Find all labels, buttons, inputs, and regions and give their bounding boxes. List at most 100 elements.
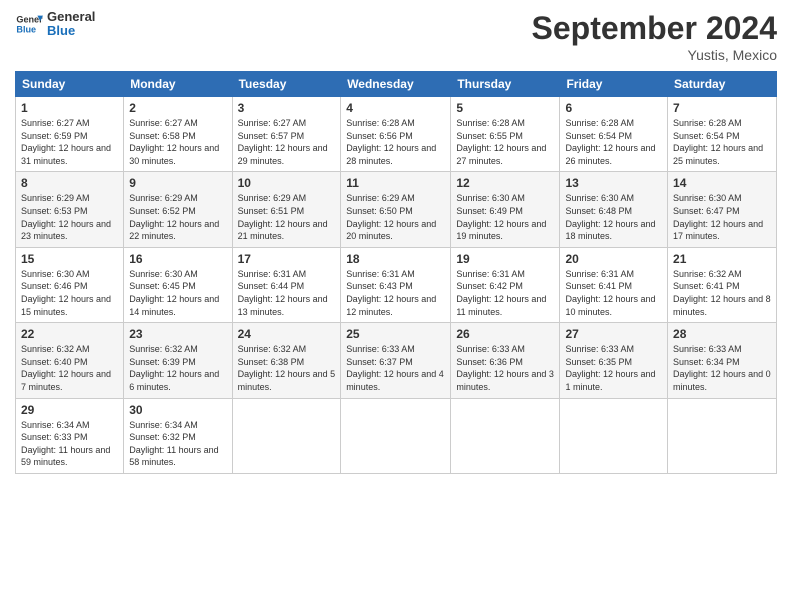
calendar-day-cell: 21 Sunrise: 6:32 AM Sunset: 6:41 PM Dayl… (668, 247, 777, 322)
day-info: Sunrise: 6:31 AM Sunset: 6:44 PM Dayligh… (238, 268, 336, 318)
calendar-day-cell: 29 Sunrise: 6:34 AM Sunset: 6:33 PM Dayl… (16, 398, 124, 473)
day-number: 23 (129, 327, 226, 341)
day-info: Sunrise: 6:31 AM Sunset: 6:42 PM Dayligh… (456, 268, 554, 318)
day-info: Sunrise: 6:29 AM Sunset: 6:51 PM Dayligh… (238, 192, 336, 242)
day-info: Sunrise: 6:30 AM Sunset: 6:46 PM Dayligh… (21, 268, 118, 318)
calendar-day-cell: 27 Sunrise: 6:33 AM Sunset: 6:35 PM Dayl… (560, 323, 668, 398)
calendar-day-cell: 25 Sunrise: 6:33 AM Sunset: 6:37 PM Dayl… (341, 323, 451, 398)
calendar-header-row: SundayMondayTuesdayWednesdayThursdayFrid… (16, 72, 777, 97)
calendar-day-cell: 28 Sunrise: 6:33 AM Sunset: 6:34 PM Dayl… (668, 323, 777, 398)
day-number: 15 (21, 252, 118, 266)
day-number: 18 (346, 252, 445, 266)
calendar-week-row: 22 Sunrise: 6:32 AM Sunset: 6:40 PM Dayl… (16, 323, 777, 398)
day-info: Sunrise: 6:30 AM Sunset: 6:47 PM Dayligh… (673, 192, 771, 242)
day-info: Sunrise: 6:27 AM Sunset: 6:58 PM Dayligh… (129, 117, 226, 167)
day-number: 30 (129, 403, 226, 417)
calendar-day-cell (341, 398, 451, 473)
calendar-day-cell (668, 398, 777, 473)
weekday-header: Sunday (16, 72, 124, 97)
weekday-header: Tuesday (232, 72, 341, 97)
logo: General Blue General Blue (15, 10, 95, 39)
day-number: 19 (456, 252, 554, 266)
day-info: Sunrise: 6:32 AM Sunset: 6:39 PM Dayligh… (129, 343, 226, 393)
calendar-day-cell (560, 398, 668, 473)
day-info: Sunrise: 6:27 AM Sunset: 6:57 PM Dayligh… (238, 117, 336, 167)
calendar-week-row: 1 Sunrise: 6:27 AM Sunset: 6:59 PM Dayli… (16, 97, 777, 172)
day-info: Sunrise: 6:30 AM Sunset: 6:45 PM Dayligh… (129, 268, 226, 318)
page: General Blue General Blue September 2024… (0, 0, 792, 612)
calendar-day-cell: 14 Sunrise: 6:30 AM Sunset: 6:47 PM Dayl… (668, 172, 777, 247)
day-number: 14 (673, 176, 771, 190)
calendar-day-cell: 19 Sunrise: 6:31 AM Sunset: 6:42 PM Dayl… (451, 247, 560, 322)
day-number: 22 (21, 327, 118, 341)
day-info: Sunrise: 6:28 AM Sunset: 6:55 PM Dayligh… (456, 117, 554, 167)
day-number: 2 (129, 101, 226, 115)
day-info: Sunrise: 6:32 AM Sunset: 6:41 PM Dayligh… (673, 268, 771, 318)
day-number: 21 (673, 252, 771, 266)
calendar-day-cell: 11 Sunrise: 6:29 AM Sunset: 6:50 PM Dayl… (341, 172, 451, 247)
day-info: Sunrise: 6:28 AM Sunset: 6:54 PM Dayligh… (673, 117, 771, 167)
calendar-day-cell: 18 Sunrise: 6:31 AM Sunset: 6:43 PM Dayl… (341, 247, 451, 322)
day-number: 13 (565, 176, 662, 190)
calendar-week-row: 15 Sunrise: 6:30 AM Sunset: 6:46 PM Dayl… (16, 247, 777, 322)
day-info: Sunrise: 6:28 AM Sunset: 6:54 PM Dayligh… (565, 117, 662, 167)
logo-text-blue: Blue (47, 24, 95, 38)
calendar-day-cell: 10 Sunrise: 6:29 AM Sunset: 6:51 PM Dayl… (232, 172, 341, 247)
weekday-header: Friday (560, 72, 668, 97)
calendar-week-row: 29 Sunrise: 6:34 AM Sunset: 6:33 PM Dayl… (16, 398, 777, 473)
calendar-week-row: 8 Sunrise: 6:29 AM Sunset: 6:53 PM Dayli… (16, 172, 777, 247)
day-info: Sunrise: 6:34 AM Sunset: 6:32 PM Dayligh… (129, 419, 226, 469)
day-number: 5 (456, 101, 554, 115)
day-number: 12 (456, 176, 554, 190)
day-info: Sunrise: 6:30 AM Sunset: 6:48 PM Dayligh… (565, 192, 662, 242)
day-info: Sunrise: 6:33 AM Sunset: 6:35 PM Dayligh… (565, 343, 662, 393)
day-info: Sunrise: 6:27 AM Sunset: 6:59 PM Dayligh… (21, 117, 118, 167)
location: Yustis, Mexico (532, 47, 777, 63)
calendar-day-cell: 4 Sunrise: 6:28 AM Sunset: 6:56 PM Dayli… (341, 97, 451, 172)
weekday-header: Saturday (668, 72, 777, 97)
logo-text-general: General (47, 10, 95, 24)
calendar-day-cell (232, 398, 341, 473)
day-info: Sunrise: 6:31 AM Sunset: 6:41 PM Dayligh… (565, 268, 662, 318)
day-number: 26 (456, 327, 554, 341)
calendar-day-cell: 15 Sunrise: 6:30 AM Sunset: 6:46 PM Dayl… (16, 247, 124, 322)
calendar-day-cell: 16 Sunrise: 6:30 AM Sunset: 6:45 PM Dayl… (124, 247, 232, 322)
calendar-day-cell: 23 Sunrise: 6:32 AM Sunset: 6:39 PM Dayl… (124, 323, 232, 398)
calendar-day-cell: 13 Sunrise: 6:30 AM Sunset: 6:48 PM Dayl… (560, 172, 668, 247)
day-number: 25 (346, 327, 445, 341)
day-number: 8 (21, 176, 118, 190)
day-number: 4 (346, 101, 445, 115)
weekday-header: Thursday (451, 72, 560, 97)
calendar-day-cell: 20 Sunrise: 6:31 AM Sunset: 6:41 PM Dayl… (560, 247, 668, 322)
day-number: 7 (673, 101, 771, 115)
day-number: 11 (346, 176, 445, 190)
calendar-day-cell: 30 Sunrise: 6:34 AM Sunset: 6:32 PM Dayl… (124, 398, 232, 473)
day-number: 29 (21, 403, 118, 417)
day-info: Sunrise: 6:32 AM Sunset: 6:40 PM Dayligh… (21, 343, 118, 393)
logo-icon: General Blue (15, 10, 43, 38)
day-number: 24 (238, 327, 336, 341)
header: General Blue General Blue September 2024… (15, 10, 777, 63)
day-info: Sunrise: 6:33 AM Sunset: 6:37 PM Dayligh… (346, 343, 445, 393)
calendar: SundayMondayTuesdayWednesdayThursdayFrid… (15, 71, 777, 474)
weekday-header: Wednesday (341, 72, 451, 97)
calendar-day-cell: 24 Sunrise: 6:32 AM Sunset: 6:38 PM Dayl… (232, 323, 341, 398)
day-info: Sunrise: 6:30 AM Sunset: 6:49 PM Dayligh… (456, 192, 554, 242)
day-info: Sunrise: 6:28 AM Sunset: 6:56 PM Dayligh… (346, 117, 445, 167)
day-info: Sunrise: 6:33 AM Sunset: 6:34 PM Dayligh… (673, 343, 771, 393)
calendar-day-cell: 7 Sunrise: 6:28 AM Sunset: 6:54 PM Dayli… (668, 97, 777, 172)
day-info: Sunrise: 6:29 AM Sunset: 6:52 PM Dayligh… (129, 192, 226, 242)
day-info: Sunrise: 6:32 AM Sunset: 6:38 PM Dayligh… (238, 343, 336, 393)
calendar-day-cell: 1 Sunrise: 6:27 AM Sunset: 6:59 PM Dayli… (16, 97, 124, 172)
calendar-day-cell (451, 398, 560, 473)
calendar-day-cell: 17 Sunrise: 6:31 AM Sunset: 6:44 PM Dayl… (232, 247, 341, 322)
calendar-day-cell: 22 Sunrise: 6:32 AM Sunset: 6:40 PM Dayl… (16, 323, 124, 398)
day-number: 17 (238, 252, 336, 266)
day-info: Sunrise: 6:31 AM Sunset: 6:43 PM Dayligh… (346, 268, 445, 318)
day-number: 20 (565, 252, 662, 266)
day-info: Sunrise: 6:33 AM Sunset: 6:36 PM Dayligh… (456, 343, 554, 393)
calendar-day-cell: 9 Sunrise: 6:29 AM Sunset: 6:52 PM Dayli… (124, 172, 232, 247)
day-number: 9 (129, 176, 226, 190)
calendar-day-cell: 26 Sunrise: 6:33 AM Sunset: 6:36 PM Dayl… (451, 323, 560, 398)
calendar-day-cell: 12 Sunrise: 6:30 AM Sunset: 6:49 PM Dayl… (451, 172, 560, 247)
